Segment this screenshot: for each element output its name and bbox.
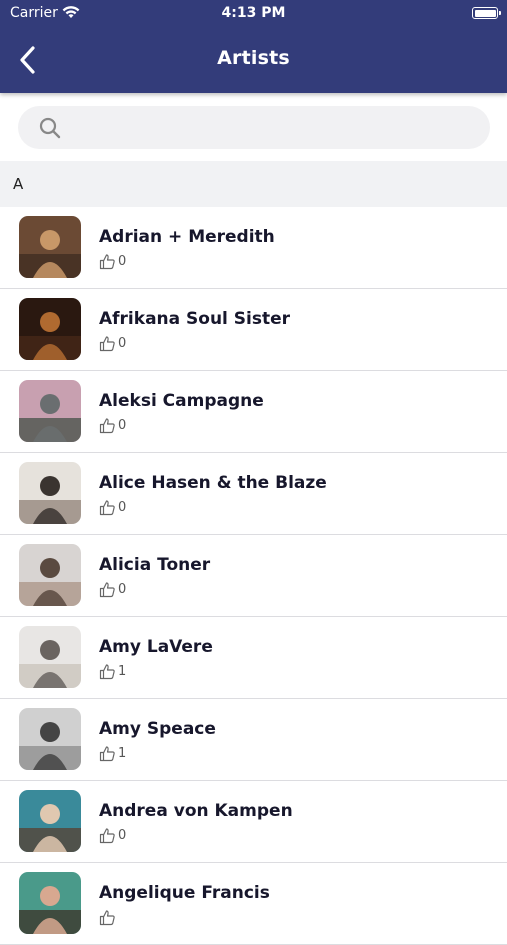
section-header: A <box>0 161 507 207</box>
artist-row[interactable]: Andrea von Kampen 0 <box>0 781 507 863</box>
artist-row[interactable]: Angelique Francis <box>0 863 507 945</box>
artist-photo <box>19 790 81 852</box>
artist-name: Afrikana Soul Sister <box>99 309 291 329</box>
artist-name: Alice Hasen & the Blaze <box>99 473 327 493</box>
thumbs-up-icon <box>99 254 115 270</box>
thumbs-up-icon <box>99 664 115 680</box>
artist-row[interactable]: Alicia Toner 0 <box>0 535 507 617</box>
like-count: 0 <box>118 418 127 433</box>
thumbs-up-icon <box>99 418 115 434</box>
like-count: 0 <box>118 582 127 597</box>
artist-name: Aleksi Campagne <box>99 391 264 411</box>
search-input[interactable] <box>78 106 482 151</box>
like-count: 0 <box>118 500 127 515</box>
artist-row[interactable]: Amy LaVere 1 <box>0 617 507 699</box>
like-count: 1 <box>118 664 127 679</box>
artist-row[interactable]: Adrian + Meredith 0 <box>0 207 507 289</box>
like-count: 0 <box>118 254 127 269</box>
artist-photo <box>19 380 81 442</box>
artist-row[interactable]: Amy Speace 1 <box>0 699 507 781</box>
artist-row[interactable]: Aleksi Campagne 0 <box>0 371 507 453</box>
artist-photo <box>19 216 81 278</box>
section-letter: A <box>13 175 24 193</box>
artist-photo <box>19 708 81 770</box>
artist-photo <box>19 544 81 606</box>
thumbs-up-icon <box>99 500 115 516</box>
thumbs-up-icon <box>99 746 115 762</box>
artist-photo <box>19 462 81 524</box>
artist-row[interactable]: Alice Hasen & the Blaze 0 <box>0 453 507 535</box>
status-time: 4:13 PM <box>221 5 286 21</box>
artist-name: Amy Speace <box>99 719 216 739</box>
artist-name: Amy LaVere <box>99 637 213 657</box>
artist-list: Adrian + Meredith 0 Afrikana Soul Sister 0 A… <box>0 207 507 945</box>
thumbs-up-icon <box>99 828 115 844</box>
battery-icon <box>472 7 501 19</box>
artist-photo <box>19 626 81 688</box>
status-bar: Carrier 4:13 PM <box>0 0 507 28</box>
like-count: 0 <box>118 828 127 843</box>
artist-name: Andrea von Kampen <box>99 801 293 821</box>
search-icon <box>38 116 62 144</box>
thumbs-up-icon <box>99 910 115 926</box>
artist-name: Alicia Toner <box>99 555 211 575</box>
like-count: 0 <box>118 336 127 351</box>
page-title: Artists <box>217 47 290 69</box>
thumbs-up-icon <box>99 336 115 352</box>
artist-photo <box>19 872 81 934</box>
artist-name: Adrian + Meredith <box>99 227 275 247</box>
search-bar[interactable] <box>18 106 490 151</box>
artist-row[interactable]: Afrikana Soul Sister 0 <box>0 289 507 371</box>
thumbs-up-icon <box>99 582 115 598</box>
like-count: 1 <box>118 746 127 761</box>
nav-header: Carrier 4:13 PM Artists <box>0 0 507 93</box>
artist-photo <box>19 298 81 360</box>
artist-name: Angelique Francis <box>99 883 270 903</box>
